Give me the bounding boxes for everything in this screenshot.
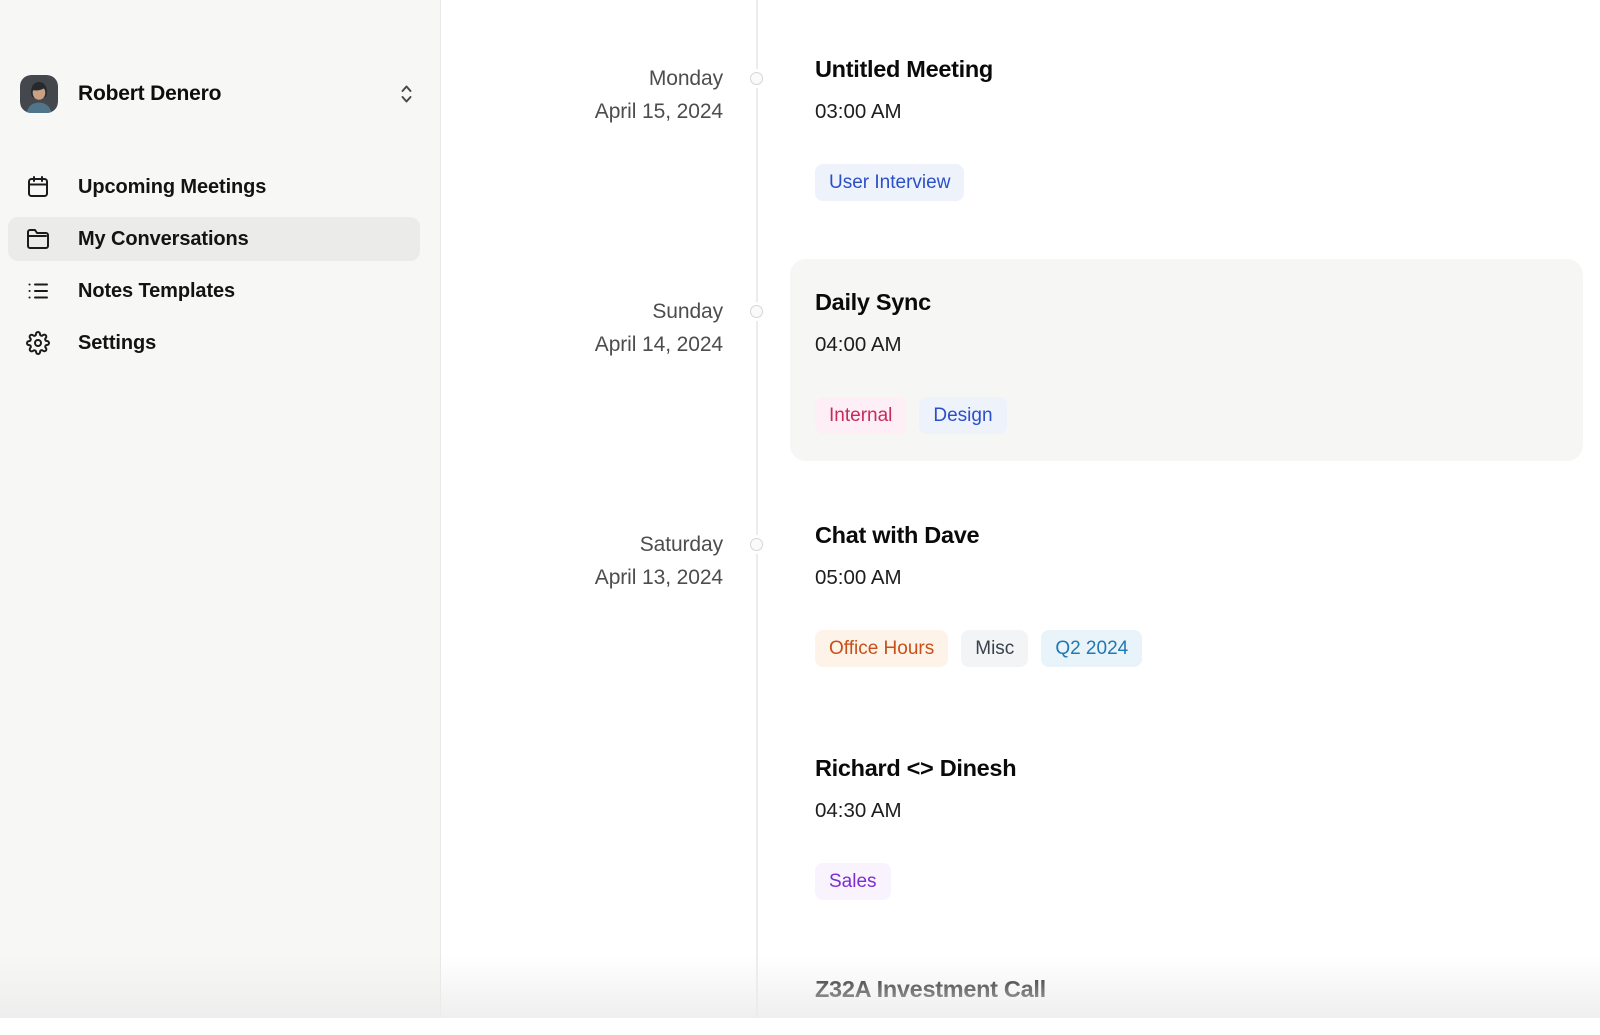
timeline-row: Saturday April 13, 2024 Chat with Dave 0…: [441, 521, 1600, 754]
meeting-time: 05:00 AM: [815, 566, 1558, 590]
sidebar-item-label: Notes Templates: [78, 280, 235, 303]
timeline-dot: [750, 305, 763, 318]
timeline-dot: [750, 72, 763, 85]
app-window: Robert Denero Upcoming Meet: [0, 0, 1600, 1018]
tag-list: Sales: [815, 863, 1558, 900]
meeting-column: Chat with Dave 05:00 AM Office Hours Mis…: [757, 521, 1600, 694]
date-label: Monday April 15, 2024: [441, 55, 757, 128]
timeline-dot: [750, 538, 763, 551]
meeting-card-daily-sync[interactable]: Daily Sync 04:00 AM Internal Design: [790, 259, 1583, 461]
timeline-row: Z32A Investment Call: [441, 975, 1600, 1035]
meeting-card-richard-dinesh[interactable]: Richard <> Dinesh 04:30 AM Sales: [790, 725, 1583, 927]
sidebar-item-my-conversations[interactable]: My Conversations: [8, 217, 420, 261]
meeting-card-chat-with-dave[interactable]: Chat with Dave 05:00 AM Office Hours Mis…: [790, 492, 1583, 694]
list-icon: [25, 278, 51, 304]
tag-sales[interactable]: Sales: [815, 863, 891, 900]
meeting-time: 04:30 AM: [815, 799, 1558, 823]
meeting-column: Daily Sync 04:00 AM Internal Design: [757, 288, 1600, 461]
day-name: Saturday: [441, 528, 723, 561]
day-name: Sunday: [441, 295, 723, 328]
tag-misc[interactable]: Misc: [961, 630, 1028, 667]
meeting-title: Daily Sync: [815, 288, 1558, 316]
meeting-title: Untitled Meeting: [815, 55, 1558, 83]
meeting-title: Chat with Dave: [815, 521, 1558, 549]
timeline-row: Richard <> Dinesh 04:30 AM Sales: [441, 754, 1600, 975]
folder-icon: [25, 226, 51, 252]
tag-office-hours[interactable]: Office Hours: [815, 630, 948, 667]
sidebar-item-label: Settings: [78, 332, 156, 355]
date-text: April 15, 2024: [441, 95, 723, 128]
tag-list: Office Hours Misc Q2 2024: [815, 630, 1558, 667]
meeting-card-z32a-investment-call[interactable]: Z32A Investment Call: [790, 946, 1583, 1030]
timeline-row: Sunday April 14, 2024 Daily Sync 04:00 A…: [441, 288, 1600, 521]
sidebar-nav: Upcoming Meetings My Conversations: [0, 165, 440, 365]
sidebar-item-settings[interactable]: Settings: [8, 321, 420, 365]
date-label: Saturday April 13, 2024: [441, 521, 757, 594]
timeline-panel: Monday April 15, 2024 Untitled Meeting 0…: [441, 0, 1600, 1018]
timeline-row: Monday April 15, 2024 Untitled Meeting 0…: [441, 55, 1600, 288]
sidebar-item-notes-templates[interactable]: Notes Templates: [8, 269, 420, 313]
meeting-title: Richard <> Dinesh: [815, 754, 1558, 782]
date-label: Sunday April 14, 2024: [441, 288, 757, 361]
meeting-card-untitled-meeting[interactable]: Untitled Meeting 03:00 AM User Interview: [790, 26, 1583, 228]
day-name: Monday: [441, 62, 723, 95]
tag-q2-2024[interactable]: Q2 2024: [1041, 630, 1142, 667]
avatar: [20, 75, 58, 113]
meeting-time: 04:00 AM: [815, 333, 1558, 357]
date-label: [441, 975, 757, 982]
tag-user-interview[interactable]: User Interview: [815, 164, 964, 201]
sidebar-item-label: My Conversations: [78, 228, 249, 251]
meeting-column: Z32A Investment Call: [757, 975, 1600, 1030]
tag-list: Internal Design: [815, 397, 1558, 434]
calendar-icon: [25, 174, 51, 200]
tag-list: User Interview: [815, 164, 1558, 201]
tag-design[interactable]: Design: [919, 397, 1006, 434]
account-name: Robert Denero: [78, 82, 399, 106]
sidebar: Robert Denero Upcoming Meet: [0, 0, 441, 1018]
account-switcher[interactable]: Robert Denero: [20, 72, 414, 116]
gear-icon: [25, 330, 51, 356]
meeting-time: 03:00 AM: [815, 100, 1558, 124]
chevron-updown-icon[interactable]: [399, 83, 414, 105]
date-label: [441, 754, 757, 761]
tag-internal[interactable]: Internal: [815, 397, 906, 434]
meeting-column: Untitled Meeting 03:00 AM User Interview: [757, 55, 1600, 228]
date-text: April 13, 2024: [441, 561, 723, 594]
sidebar-item-label: Upcoming Meetings: [78, 176, 266, 199]
meeting-title: Z32A Investment Call: [815, 975, 1558, 1003]
sidebar-item-upcoming-meetings[interactable]: Upcoming Meetings: [8, 165, 420, 209]
meeting-column: Richard <> Dinesh 04:30 AM Sales: [757, 754, 1600, 927]
date-text: April 14, 2024: [441, 328, 723, 361]
